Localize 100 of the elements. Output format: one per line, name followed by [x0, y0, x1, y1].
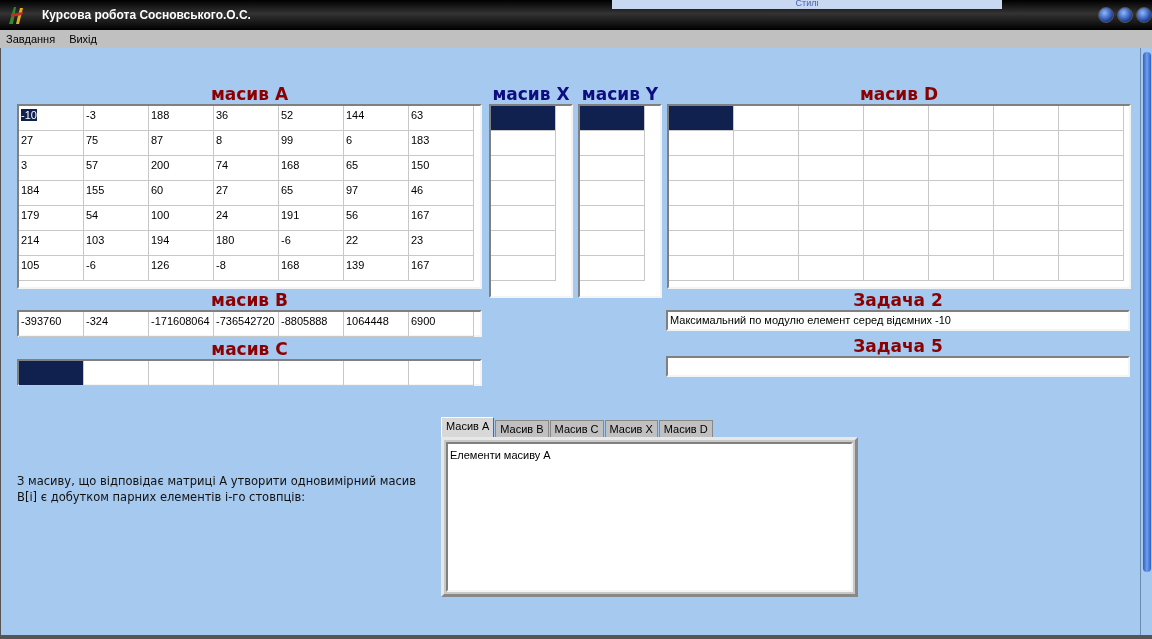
grid-cell[interactable]: -6 [84, 256, 149, 281]
grid-cell[interactable] [929, 231, 994, 256]
grid-cell[interactable]: 6900 [409, 312, 474, 337]
grid-cell[interactable] [491, 231, 556, 256]
grid-cell[interactable]: 139 [344, 256, 409, 281]
grid-cell[interactable]: 27 [19, 131, 84, 156]
grid-cell[interactable]: 188 [149, 106, 214, 131]
minimize-button[interactable] [1098, 7, 1114, 23]
grid-cell[interactable] [1059, 131, 1124, 156]
grid-cell[interactable]: -324 [84, 312, 149, 337]
grid-cell[interactable] [734, 131, 799, 156]
grid-cell[interactable]: 180 [214, 231, 279, 256]
grid-cell[interactable] [669, 231, 734, 256]
grid-cell[interactable] [994, 206, 1059, 231]
grid-cell[interactable]: 6 [344, 131, 409, 156]
grid-cell[interactable]: 74 [214, 156, 279, 181]
grid-cell[interactable] [799, 206, 864, 231]
grid-cell[interactable] [409, 361, 474, 386]
vertical-scrollbar[interactable] [1140, 48, 1152, 635]
grid-cell[interactable] [799, 181, 864, 206]
grid-cell[interactable]: -171608064 [149, 312, 214, 337]
grid-cell[interactable]: 65 [279, 181, 344, 206]
grid-cell[interactable]: 60 [149, 181, 214, 206]
grid-cell[interactable] [669, 106, 734, 131]
grid-cell[interactable]: -8 [214, 256, 279, 281]
grid-cell[interactable] [580, 206, 645, 231]
grid-cell[interactable] [580, 106, 645, 131]
tab[interactable]: Масив B [495, 420, 549, 437]
grid-cell[interactable]: -736542720 [214, 312, 279, 337]
grid-cell[interactable] [734, 256, 799, 281]
grid-cell[interactable] [149, 361, 214, 386]
grid-cell[interactable] [19, 361, 84, 386]
tab[interactable]: Масив C [549, 420, 604, 437]
grid-cell[interactable] [669, 181, 734, 206]
grid-cell[interactable] [799, 256, 864, 281]
data-grid[interactable]: -393760 -324 -171608064 -736542720 -8805888 1064448 6900 [17, 310, 482, 337]
grid-cell[interactable]: 184 [19, 181, 84, 206]
grid-cell[interactable] [1059, 106, 1124, 131]
grid-cell[interactable]: 22 [344, 231, 409, 256]
scrollbar-thumb[interactable] [1142, 52, 1151, 572]
grid-cell[interactable]: 23 [409, 231, 474, 256]
grid-cell[interactable] [344, 361, 409, 386]
grid-cell[interactable]: -6 [279, 231, 344, 256]
grid-cell[interactable] [669, 156, 734, 181]
grid-cell[interactable]: 167 [409, 206, 474, 231]
grid-cell[interactable] [799, 106, 864, 131]
grid-cell[interactable]: 191 [279, 206, 344, 231]
grid-cell[interactable]: 56 [344, 206, 409, 231]
grid-cell[interactable]: 8 [214, 131, 279, 156]
grid-cell[interactable] [994, 181, 1059, 206]
grid-cell[interactable]: 97 [344, 181, 409, 206]
tab[interactable]: Масив X [604, 420, 658, 437]
grid-cell[interactable] [799, 131, 864, 156]
grid-cell[interactable] [994, 231, 1059, 256]
tab[interactable]: Масив D [658, 420, 713, 437]
grid-cell[interactable]: 144 [344, 106, 409, 131]
grid-cell[interactable] [580, 256, 645, 281]
data-grid[interactable] [578, 104, 662, 298]
grid-cell[interactable]: 200 [149, 156, 214, 181]
menu-item[interactable]: Вихід [69, 30, 97, 48]
grid-cell[interactable] [1059, 256, 1124, 281]
grid-cell[interactable] [669, 256, 734, 281]
grid-cell[interactable]: 168 [279, 156, 344, 181]
grid-cell[interactable] [491, 106, 556, 131]
grid-cell[interactable]: 183 [409, 131, 474, 156]
grid-cell[interactable] [669, 131, 734, 156]
grid-cell[interactable]: 99 [279, 131, 344, 156]
grid-cell[interactable]: 63 [409, 106, 474, 131]
grid-cell[interactable]: -393760 [19, 312, 84, 337]
grid-cell[interactable]: 87 [149, 131, 214, 156]
grid-cell[interactable]: -10 [19, 106, 84, 131]
grid-cell[interactable] [580, 181, 645, 206]
grid-cell[interactable] [864, 131, 929, 156]
close-button[interactable] [1136, 7, 1152, 23]
menu-item[interactable]: Завдання [6, 30, 56, 48]
grid-cell[interactable]: 52 [279, 106, 344, 131]
grid-cell[interactable]: -3 [84, 106, 149, 131]
grid-cell[interactable] [669, 206, 734, 231]
grid-cell[interactable] [734, 156, 799, 181]
grid-cell[interactable]: 46 [409, 181, 474, 206]
grid-cell[interactable] [864, 181, 929, 206]
grid-cell[interactable] [1059, 156, 1124, 181]
grid-cell[interactable] [929, 181, 994, 206]
grid-cell[interactable] [994, 156, 1059, 181]
grid-cell[interactable] [580, 156, 645, 181]
grid-cell[interactable]: 150 [409, 156, 474, 181]
grid-cell[interactable]: 36 [214, 106, 279, 131]
grid-cell[interactable] [864, 231, 929, 256]
grid-cell[interactable]: 214 [19, 231, 84, 256]
grid-cell[interactable] [491, 156, 556, 181]
grid-cell[interactable]: 57 [84, 156, 149, 181]
grid-cell[interactable] [799, 156, 864, 181]
grid-cell[interactable]: 3 [19, 156, 84, 181]
grid-cell[interactable] [864, 256, 929, 281]
grid-cell[interactable] [491, 131, 556, 156]
grid-cell[interactable] [929, 131, 994, 156]
grid-cell[interactable] [214, 361, 279, 386]
grid-cell[interactable]: 24 [214, 206, 279, 231]
grid-cell[interactable] [1059, 181, 1124, 206]
grid-cell[interactable] [864, 106, 929, 131]
